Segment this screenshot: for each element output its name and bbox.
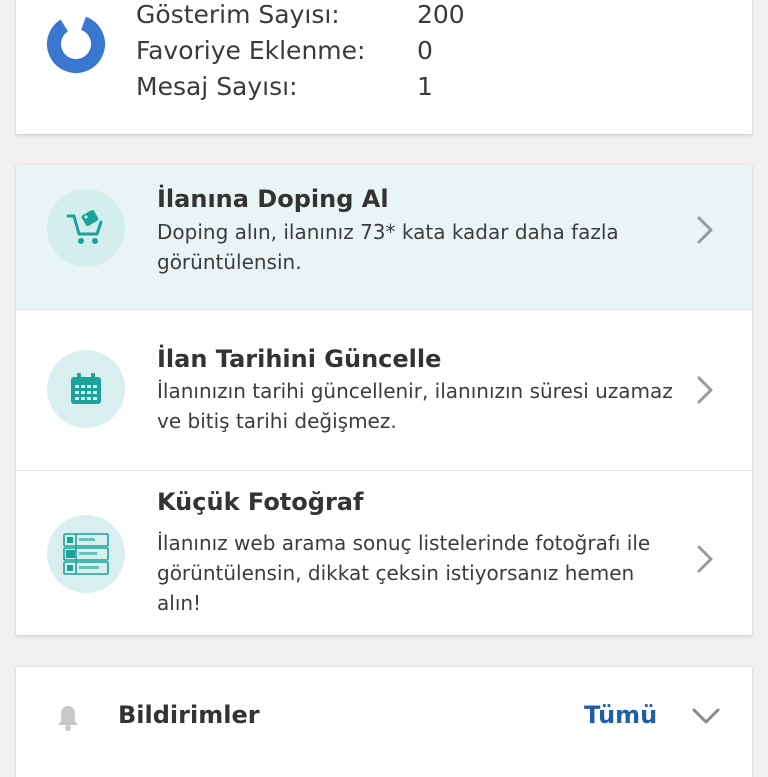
listing-stats-card: Gösterim Sayısı: 200 Favoriye Eklenme: 0… xyxy=(16,0,752,134)
calendar-icon xyxy=(71,373,101,404)
stat-value: 0 xyxy=(417,36,433,65)
listing-thumbnail-icon xyxy=(63,533,109,575)
option-update-date[interactable]: İlan Tarihini Güncelle İlanınızın tarihi… xyxy=(16,310,752,471)
stat-label: Favoriye Eklenme: xyxy=(136,36,366,65)
pie-chart-icon xyxy=(47,15,105,73)
bell-icon xyxy=(58,706,78,731)
notifications-card[interactable]: Bildirimler Tümü xyxy=(16,667,752,777)
notifications-all-link[interactable]: Tümü xyxy=(584,701,657,729)
chevron-right-icon xyxy=(697,545,713,573)
chevron-right-icon xyxy=(697,376,713,404)
option-small-photo[interactable]: Küçük Fotoğraf İlanınız web arama sonuç … xyxy=(16,471,752,635)
option-title: Küçük Fotoğraf xyxy=(157,488,364,516)
option-icon-circle xyxy=(47,189,125,267)
option-title: İlan Tarihini Güncelle xyxy=(157,345,442,373)
chevron-down-icon[interactable] xyxy=(690,705,722,727)
stat-label: Gösterim Sayısı: xyxy=(136,0,340,29)
option-icon-circle xyxy=(47,350,125,428)
option-doping[interactable]: İlanına Doping Al Doping alın, ilanınız … xyxy=(16,165,752,310)
stat-label: Mesaj Sayısı: xyxy=(136,72,298,101)
option-icon-circle xyxy=(47,515,125,593)
cart-tag-icon xyxy=(66,210,103,244)
notifications-title: Bildirimler xyxy=(118,701,260,729)
option-description: İlanınızın tarihi güncellenir, ilanınızı… xyxy=(157,379,673,433)
stat-value: 200 xyxy=(417,0,465,29)
chevron-right-icon xyxy=(697,216,713,244)
option-description: İlanınız web arama sonuç listelerinde fo… xyxy=(157,531,651,615)
option-title: İlanına Doping Al xyxy=(157,185,389,213)
listing-options-card: İlanına Doping Al Doping alın, ilanınız … xyxy=(16,165,752,635)
option-description: Doping alın, ilanınız 73* kata kadar dah… xyxy=(157,220,619,274)
stat-value: 1 xyxy=(417,72,433,101)
